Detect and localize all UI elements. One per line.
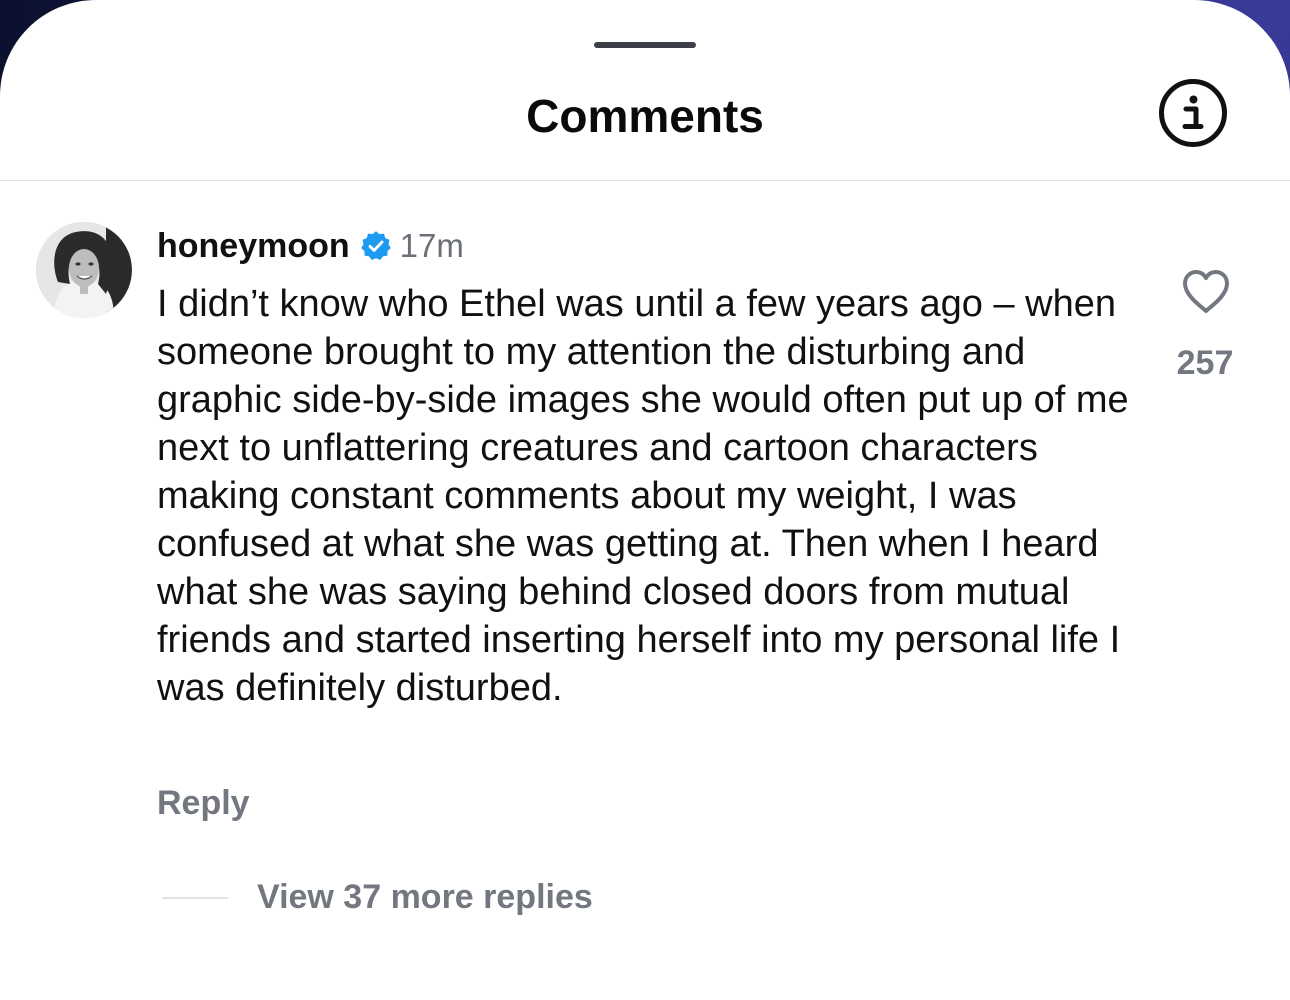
heart-icon [1183, 270, 1229, 313]
page-title: Comments [526, 90, 764, 142]
sheet-grabber-handle[interactable] [594, 42, 696, 48]
view-more-replies-button[interactable]: View 37 more replies [257, 878, 593, 917]
profile-photo-icon [36, 222, 132, 318]
comment-text: I didn’t know who Ethel was until a few … [157, 283, 1129, 709]
like-count: 257 [1176, 344, 1234, 382]
comments-sheet: Comments honeymoon 17m I didn’t know who… [0, 0, 1290, 1000]
comment-username[interactable]: honeymoon [157, 227, 350, 266]
reply-button[interactable]: Reply [157, 784, 250, 823]
verified-badge-icon [360, 231, 391, 260]
replies-divider-line [162, 897, 228, 899]
like-button[interactable] [1180, 266, 1232, 318]
info-icon [1159, 79, 1227, 147]
header-divider [0, 180, 1290, 181]
comment-author-row: honeymoon 17m [157, 224, 464, 268]
avatar[interactable] [36, 222, 132, 318]
info-button[interactable] [1158, 78, 1228, 148]
comment-timestamp: 17m [399, 227, 464, 264]
